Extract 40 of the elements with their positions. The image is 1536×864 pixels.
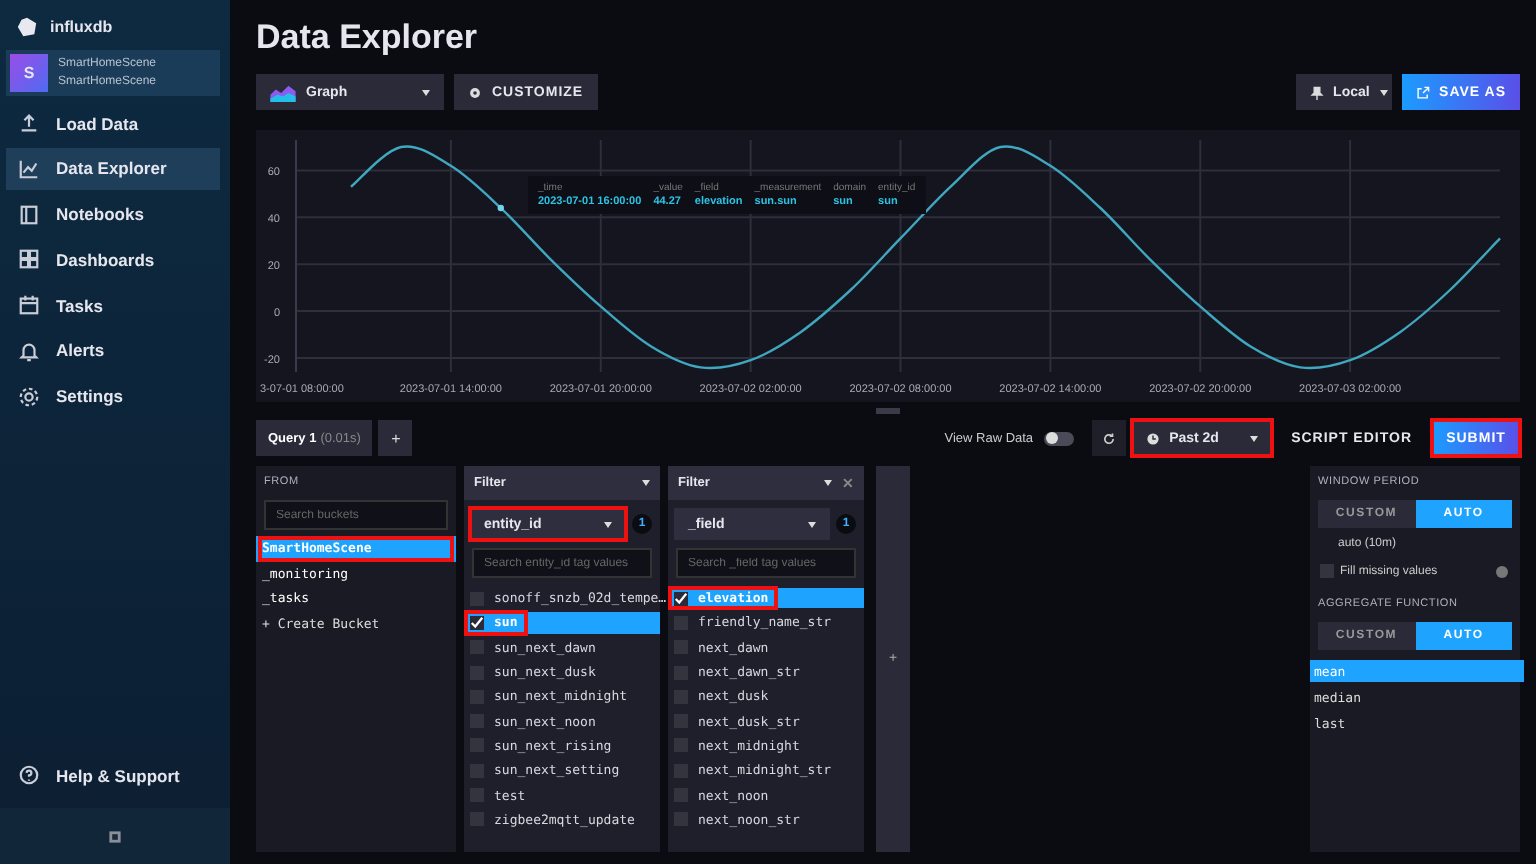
refresh-button[interactable] bbox=[1091, 420, 1126, 456]
nav-item[interactable]: Tasks bbox=[6, 284, 220, 327]
line-chart-icon bbox=[18, 157, 40, 180]
collapse-icon[interactable] bbox=[108, 829, 122, 843]
bell-icon bbox=[18, 339, 40, 362]
clock-icon bbox=[1145, 431, 1160, 445]
question-circle-icon bbox=[18, 764, 40, 786]
page-title: Data Explorer bbox=[256, 18, 480, 58]
caret-icon bbox=[1249, 435, 1258, 441]
export-icon bbox=[1415, 85, 1430, 99]
help-link[interactable]: Help & Support bbox=[6, 754, 220, 796]
hover-point bbox=[497, 204, 505, 212]
caret-icon bbox=[604, 521, 612, 527]
checkbox[interactable] bbox=[1320, 564, 1334, 578]
caret-icon bbox=[808, 521, 816, 527]
upload-icon bbox=[18, 112, 40, 134]
nav-item[interactable]: Data Explorer bbox=[6, 147, 220, 190]
caret-icon bbox=[642, 480, 650, 486]
nav-item[interactable]: Load Data bbox=[6, 102, 220, 144]
pin-icon bbox=[1309, 85, 1324, 99]
grid-icon bbox=[18, 248, 40, 271]
refresh-icon bbox=[1101, 431, 1116, 445]
caret-icon bbox=[422, 89, 430, 95]
caret-icon bbox=[1379, 89, 1388, 95]
add-query-button[interactable]: + bbox=[378, 420, 413, 456]
org-avatar: S bbox=[10, 54, 48, 92]
notebook-icon bbox=[18, 203, 40, 226]
resize-handle[interactable] bbox=[876, 408, 900, 414]
nav-item[interactable]: Dashboards bbox=[6, 238, 220, 281]
logo-text: influxdb bbox=[50, 18, 113, 36]
nav-item[interactable]: Alerts bbox=[6, 329, 220, 372]
raw-data-toggle[interactable] bbox=[1043, 431, 1074, 445]
area-chart-icon bbox=[270, 83, 296, 101]
caret-icon bbox=[824, 480, 832, 486]
nav-item[interactable]: Settings bbox=[6, 375, 220, 418]
nav-item[interactable]: Notebooks bbox=[6, 193, 220, 236]
checkbox[interactable] bbox=[674, 591, 688, 606]
info-icon[interactable] bbox=[1496, 565, 1508, 577]
checkbox[interactable] bbox=[470, 615, 484, 630]
calendar-icon bbox=[18, 294, 40, 317]
